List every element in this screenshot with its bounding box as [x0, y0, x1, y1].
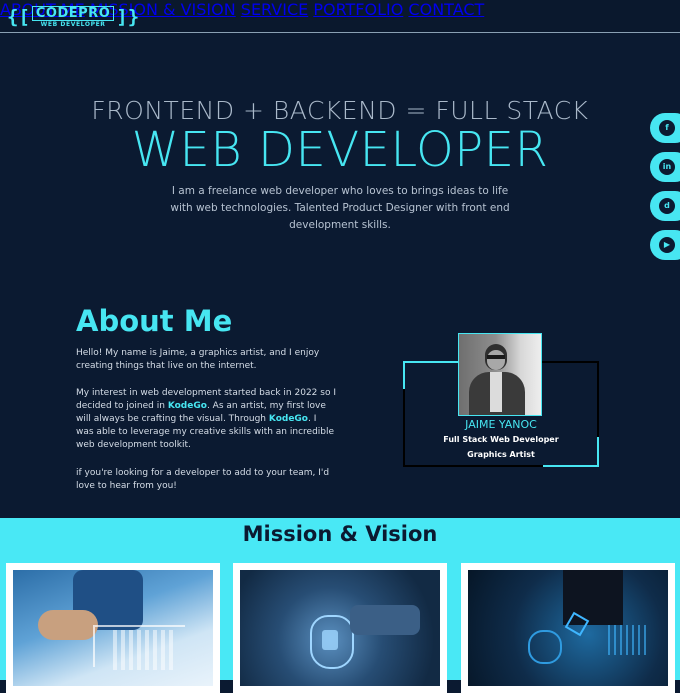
hero-title: WEB DEVELOPER [131, 122, 549, 178]
youtube-button[interactable]: ▶ [650, 230, 680, 260]
profile-role-2: Graphics Artist [467, 450, 535, 459]
logo-name: CODEPRO [31, 5, 115, 21]
logo-left-bracket: {[ [7, 6, 30, 28]
facebook-icon: f [659, 120, 675, 136]
profile-role-1: Full Stack Web Developer [443, 435, 559, 444]
card-accent [543, 465, 599, 467]
card-accent [403, 361, 459, 363]
logo-right-bracket: ]} [116, 6, 140, 28]
about-title: About Me [76, 304, 233, 338]
about-paragraph-1: Hello! My name is Jaime, a graphics arti… [76, 348, 320, 371]
nav-portfolio[interactable]: PORTFOLIO [313, 0, 403, 19]
discord-button[interactable]: d [650, 191, 680, 221]
logo-box: CODEPRO WEB DEVELOPER [31, 5, 115, 29]
nav-service[interactable]: SERVICE [241, 0, 308, 19]
kodego-link-2[interactable]: KodeGo [269, 414, 308, 424]
facebook-button[interactable]: f [650, 113, 680, 143]
hero-description: I am a freelance web developer who loves… [170, 185, 510, 231]
nav-contact[interactable]: CONTACT [408, 0, 484, 19]
mission-image [468, 570, 668, 686]
about-paragraph-3: if you're looking for a developer to add… [76, 468, 330, 491]
profile-photo [458, 333, 542, 416]
youtube-icon: ▶ [659, 237, 675, 253]
kodego-link-1[interactable]: KodeGo [168, 401, 207, 411]
mission-card[interactable] [461, 563, 675, 693]
mission-card[interactable] [6, 563, 220, 693]
hero-subtitle: FRONTEND + BACKEND = FULL STACK [91, 96, 589, 125]
profile-name: JAIME YANOC [465, 418, 537, 431]
linkedin-button[interactable]: in [650, 152, 680, 182]
mission-card[interactable] [233, 563, 447, 693]
mission-image [240, 570, 440, 686]
mission-title: Mission & Vision [242, 522, 438, 546]
mission-image [13, 570, 213, 686]
logo-tagline: WEB DEVELOPER [40, 20, 106, 28]
linkedin-icon: in [659, 159, 675, 175]
about-paragraph-2: My interest in web development started b… [76, 387, 336, 452]
card-accent [403, 361, 405, 389]
top-navbar: {[ CODEPRO WEB DEVELOPER ]} ABOUT ME MIS… [0, 0, 680, 33]
discord-icon: d [659, 198, 675, 214]
logo[interactable]: {[ CODEPRO WEB DEVELOPER ]} [7, 5, 139, 29]
